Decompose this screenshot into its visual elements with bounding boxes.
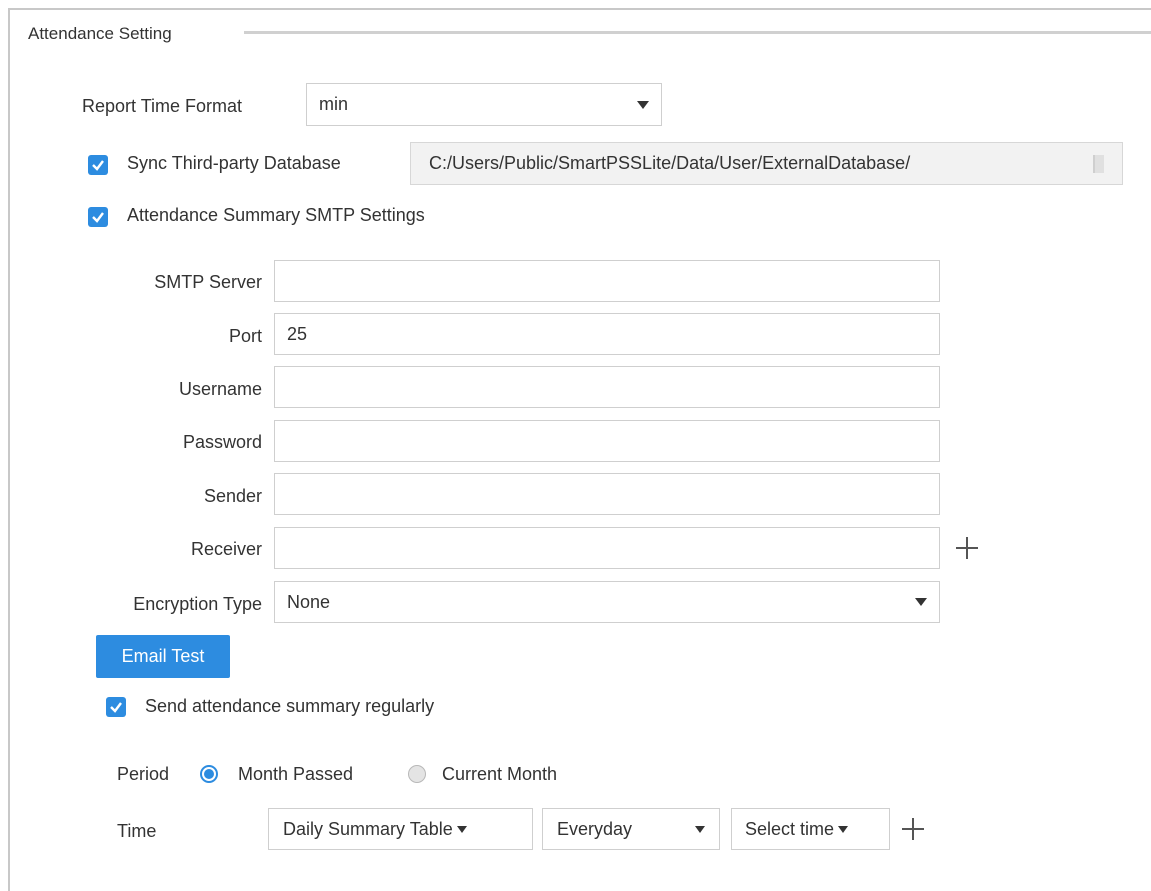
radio-current-month[interactable] xyxy=(408,765,426,783)
checkmark-icon xyxy=(110,702,122,713)
receiver-input[interactable] xyxy=(274,527,940,569)
browse-icon[interactable] xyxy=(1093,154,1104,173)
database-path-field[interactable]: C:/Users/Public/SmartPSSLite/Data/User/E… xyxy=(410,142,1123,185)
section-title: Attendance Setting xyxy=(20,24,180,44)
caret-down-icon xyxy=(915,598,927,606)
report-time-format-select[interactable]: min xyxy=(306,83,662,126)
port-input[interactable]: 25 xyxy=(274,313,940,355)
table-type-value: Daily Summary Table xyxy=(283,818,453,839)
smtp-settings-checkbox[interactable] xyxy=(88,207,108,227)
smtp-settings-label: Attendance Summary SMTP Settings xyxy=(127,205,425,225)
period-label: Period xyxy=(117,764,170,784)
port-value: 25 xyxy=(287,323,308,344)
encryption-type-value: None xyxy=(287,591,331,612)
report-time-format-value: min xyxy=(319,94,349,114)
select-time-dropdown[interactable]: Select time xyxy=(731,808,890,850)
caret-down-icon xyxy=(456,825,467,833)
group-frame-top xyxy=(8,8,1151,10)
frequency-value: Everyday xyxy=(557,818,633,839)
time-label: Time xyxy=(117,821,157,841)
database-path-value: C:/Users/Public/SmartPSSLite/Data/User/E… xyxy=(429,153,911,173)
send-regularly-checkbox[interactable] xyxy=(106,697,126,717)
smtp-server-label: SMTP Server xyxy=(154,272,262,292)
caret-down-icon xyxy=(838,825,849,833)
encryption-type-select[interactable]: None xyxy=(274,581,940,623)
caret-down-icon xyxy=(695,826,705,833)
checkmark-icon xyxy=(92,212,104,223)
current-month-label[interactable]: Current Month xyxy=(442,764,557,785)
encryption-type-label: Encryption Type xyxy=(133,594,262,614)
send-regularly-label: Send attendance summary regularly xyxy=(145,696,435,716)
smtp-server-input[interactable] xyxy=(274,260,940,302)
receiver-label: Receiver xyxy=(190,539,262,559)
sync-database-checkbox[interactable] xyxy=(88,155,108,175)
radio-month-passed[interactable] xyxy=(200,765,218,783)
month-passed-label[interactable]: Month Passed xyxy=(238,764,353,785)
caret-down-icon xyxy=(637,100,649,109)
report-time-format-label: Report Time Format xyxy=(82,96,243,116)
frequency-dropdown[interactable]: Everyday xyxy=(542,808,720,850)
password-input[interactable] xyxy=(274,420,940,462)
sender-label: Sender xyxy=(203,486,262,506)
group-frame-left xyxy=(8,8,10,891)
select-time-value: Select time xyxy=(745,818,835,839)
sync-database-label: Sync Third-party Database xyxy=(127,153,341,173)
password-label: Password xyxy=(182,432,262,452)
username-label: Username xyxy=(178,379,262,399)
add-time-plus-icon[interactable] xyxy=(902,818,924,840)
email-test-button[interactable]: Email Test xyxy=(96,635,230,678)
checkmark-icon xyxy=(92,160,104,171)
port-label: Port xyxy=(228,326,262,346)
table-type-dropdown[interactable]: Daily Summary Table xyxy=(268,808,533,850)
add-receiver-plus-icon[interactable] xyxy=(956,537,978,559)
sender-input[interactable] xyxy=(274,473,940,515)
username-input[interactable] xyxy=(274,366,940,408)
legend-divider xyxy=(244,31,1151,34)
